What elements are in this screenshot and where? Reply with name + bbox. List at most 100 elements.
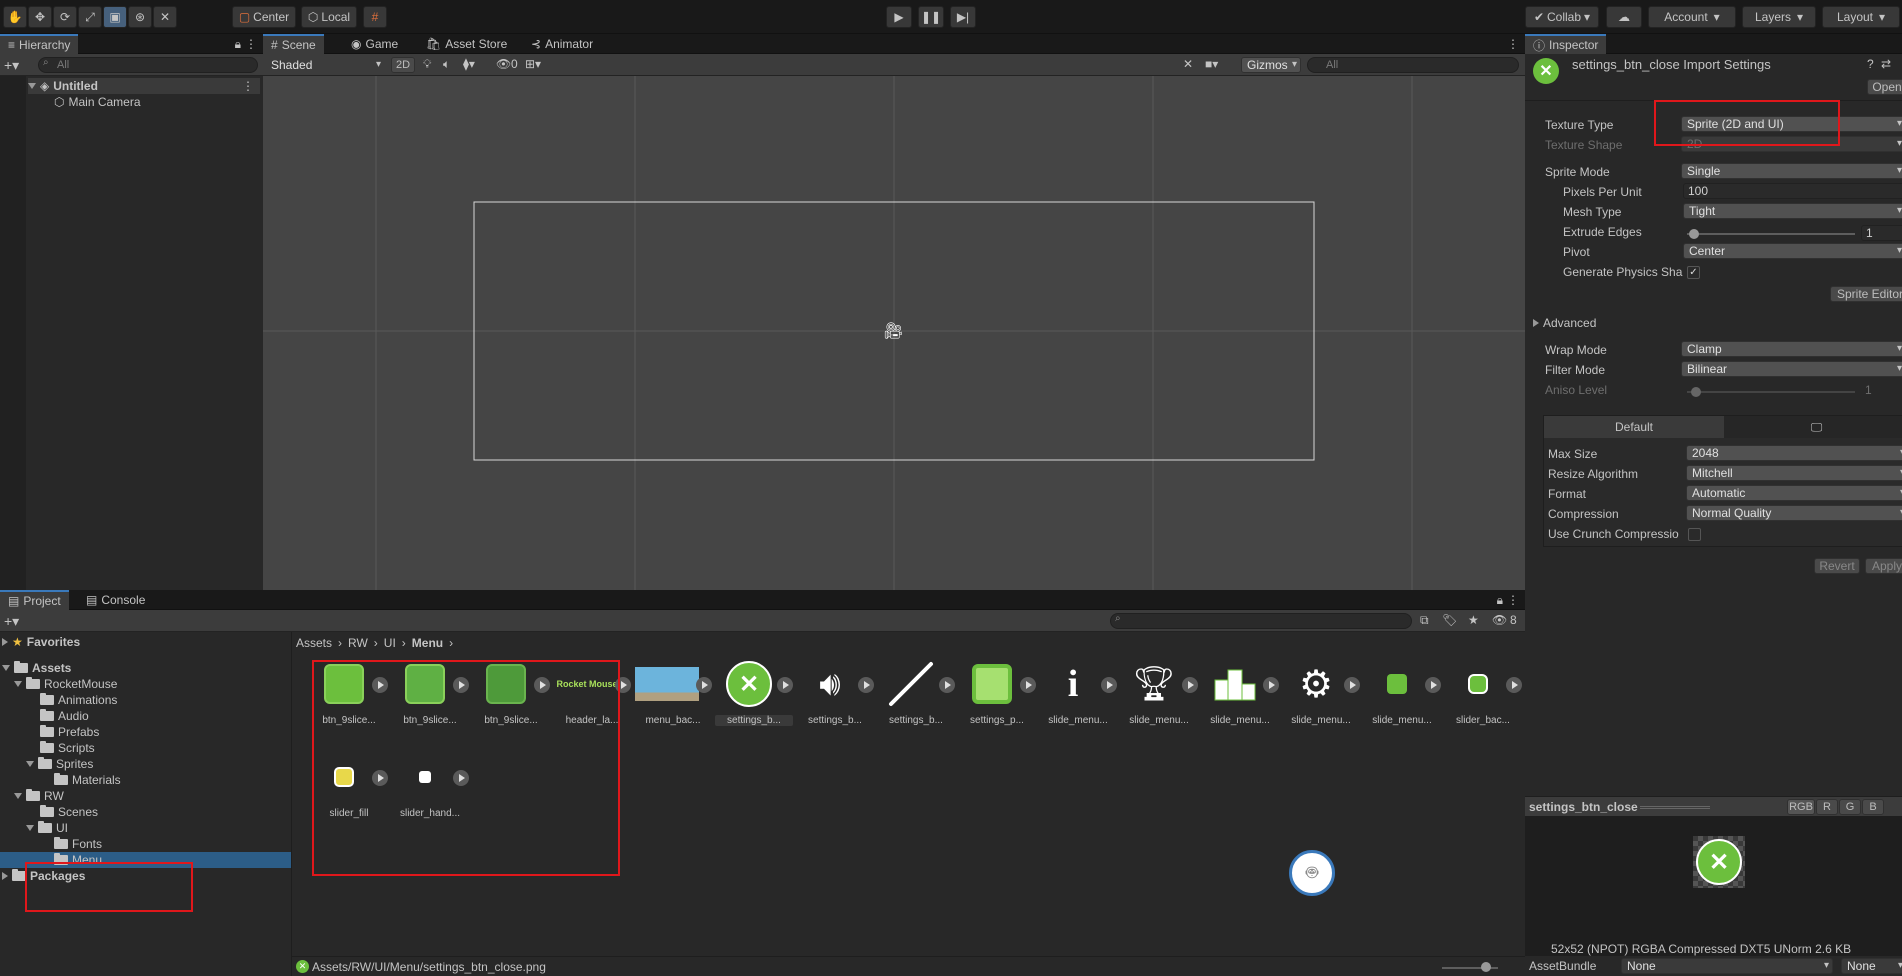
expand-arrow-icon[interactable] — [28, 83, 36, 89]
favorite-star-icon[interactable]: ★ — [1468, 613, 1479, 627]
asset-item[interactable]: menu_bac... — [634, 660, 712, 740]
rotate-tool-icon[interactable]: ⟳ — [53, 6, 77, 28]
expand-arrow-icon[interactable] — [14, 681, 22, 687]
assistant-robot-icon[interactable]: 🤖︎ — [1289, 850, 1335, 896]
asset-item[interactable]: 🔊︎ settings_b... — [796, 660, 874, 740]
hierarchy-search-input[interactable]: All — [38, 57, 258, 73]
apply-button[interactable]: Apply — [1865, 558, 1902, 574]
space-toggle[interactable]: ⬡ Local — [301, 6, 357, 28]
tab-animator[interactable]: ⊰ Animator — [523, 34, 601, 54]
folder-ui[interactable]: UI — [26, 820, 68, 836]
folder-animations[interactable]: Animations — [40, 692, 117, 708]
asset-item[interactable]: ✕ settings_b... — [715, 660, 793, 740]
transform-tool-icon[interactable]: ⊛ — [128, 6, 152, 28]
pivot-dropdown[interactable]: Center — [1683, 243, 1902, 259]
tab-hierarchy[interactable]: ≡ Hierarchy — [0, 34, 79, 54]
play-icon[interactable] — [1101, 677, 1117, 693]
generate-physics-checkbox[interactable]: ✓ — [1687, 266, 1700, 279]
hidden-packages-icon[interactable]: 👁︎ — [1492, 613, 1507, 627]
filter-by-label-icon[interactable]: 🏷︎ — [1442, 613, 1457, 627]
effects-icon[interactable]: ⧫▾ — [463, 57, 475, 71]
folder-rw[interactable]: RW — [14, 788, 64, 804]
preview-drag-handle[interactable] — [1640, 806, 1710, 809]
layout-dropdown[interactable]: Layout ▾ — [1822, 6, 1900, 28]
thumbnail-size-handle[interactable] — [1481, 962, 1491, 972]
revert-button[interactable]: Revert — [1814, 558, 1860, 574]
pivot-toggle[interactable]: ▢ Center — [232, 6, 296, 28]
play-icon[interactable] — [1506, 677, 1522, 693]
folder-materials[interactable]: Materials — [54, 772, 121, 788]
tab-default-platform[interactable]: Default — [1544, 416, 1724, 438]
camera-gizmo-icon[interactable]: 🎥︎ — [883, 321, 903, 341]
format-dropdown[interactable]: Automatic — [1686, 485, 1902, 501]
play-icon[interactable] — [858, 677, 874, 693]
scale-tool-icon[interactable]: ⤢ — [78, 6, 102, 28]
hand-tool-icon[interactable]: ✋ — [3, 6, 27, 28]
pixels-per-unit-field[interactable]: 100 — [1683, 183, 1902, 199]
gizmos-dropdown[interactable]: Gizmos — [1241, 57, 1301, 73]
sprite-mode-dropdown[interactable]: Single — [1681, 163, 1902, 179]
settings-sliders-icon[interactable]: ⇄ — [1881, 57, 1891, 71]
open-button[interactable]: Open — [1867, 79, 1902, 95]
breadcrumb-menu[interactable]: Menu — [412, 636, 443, 650]
compression-dropdown[interactable]: Normal Quality — [1686, 505, 1902, 521]
folder-fonts[interactable]: Fonts — [54, 836, 102, 852]
asset-item[interactable]: slide_menu... — [1201, 660, 1279, 740]
hidden-objects-icon[interactable]: 👁︎ — [496, 57, 511, 71]
collab-dropdown[interactable]: ✔ Collab ▾ — [1525, 6, 1599, 28]
tab-project[interactable]: ▤ Project — [0, 590, 69, 610]
favorites-row[interactable]: ★ Favorites — [2, 634, 80, 650]
breadcrumb-rw[interactable]: RW — [348, 636, 368, 650]
play-icon[interactable] — [777, 677, 793, 693]
play-icon[interactable] — [1182, 677, 1198, 693]
folder-rocketmouse[interactable]: RocketMouse — [14, 676, 117, 692]
asset-item[interactable]: i slide_menu... — [1039, 660, 1117, 740]
folder-audio[interactable]: Audio — [40, 708, 89, 724]
shading-dropdown[interactable]: Shaded — [265, 57, 385, 73]
folder-scripts[interactable]: Scripts — [40, 740, 95, 756]
expand-arrow-icon[interactable] — [26, 761, 34, 767]
assetbundle-dropdown[interactable]: None — [1621, 958, 1833, 974]
asset-item[interactable]: ⚙ slide_menu... — [1282, 660, 1360, 740]
mesh-type-dropdown[interactable]: Tight — [1683, 203, 1902, 219]
channel-rgb-button[interactable]: RGB — [1787, 799, 1815, 815]
expand-arrow-icon[interactable] — [26, 825, 34, 831]
sprite-editor-button[interactable]: Sprite Editor — [1830, 286, 1902, 302]
favorites-arrow-icon[interactable] — [2, 638, 8, 646]
custom-tool-icon[interactable]: ✕ — [153, 6, 177, 28]
tools-icon[interactable]: ✕ — [1183, 57, 1193, 71]
project-lock-icon[interactable]: 🔒︎ — [1497, 593, 1503, 608]
mode-2d-button[interactable]: 2D — [391, 57, 415, 73]
hierarchy-item-main-camera[interactable]: ⬡ Main Camera — [54, 94, 141, 110]
scene-menu-icon[interactable]: ⋮ — [242, 79, 254, 93]
grid-toggle-icon[interactable]: ⊞▾ — [525, 57, 541, 71]
expand-arrow-icon[interactable] — [2, 665, 10, 671]
advanced-foldout[interactable]: Advanced — [1533, 315, 1596, 331]
project-menu-dots-icon[interactable]: ⋮ — [1507, 593, 1519, 607]
folder-prefabs[interactable]: Prefabs — [40, 724, 99, 740]
lock-icon[interactable]: 🔒︎ — [235, 37, 241, 52]
grid-snap-icon[interactable]: # — [363, 6, 387, 28]
play-icon[interactable] — [1425, 677, 1441, 693]
filter-mode-dropdown[interactable]: Bilinear — [1681, 361, 1902, 377]
folder-sprites[interactable]: Sprites — [26, 756, 93, 772]
extrude-slider-track[interactable] — [1687, 233, 1855, 235]
asset-item[interactable]: slider_bac... — [1444, 660, 1522, 740]
cloud-button[interactable]: ☁ — [1606, 6, 1642, 28]
play-icon[interactable] — [1263, 677, 1279, 693]
asset-item[interactable]: slide_menu... — [1363, 660, 1441, 740]
folder-assets[interactable]: Assets — [2, 660, 71, 676]
expand-arrow-icon[interactable] — [2, 872, 8, 880]
account-dropdown[interactable]: Account ▾ — [1648, 6, 1736, 28]
folder-scenes[interactable]: Scenes — [40, 804, 98, 820]
camera-icon[interactable]: ■▾ — [1205, 57, 1218, 71]
wrap-mode-dropdown[interactable]: Clamp — [1681, 341, 1902, 357]
play-icon[interactable] — [1344, 677, 1360, 693]
asset-item[interactable]: 🏆︎ slide_menu... — [1120, 660, 1198, 740]
rect-tool-icon[interactable]: ▣ — [103, 6, 127, 28]
assetbundle-variant-dropdown[interactable]: None — [1841, 958, 1902, 974]
project-search-input[interactable] — [1110, 613, 1412, 629]
expand-arrow-icon[interactable] — [14, 793, 22, 799]
resize-algorithm-dropdown[interactable]: Mitchell — [1686, 465, 1902, 481]
create-plus-icon[interactable]: +▾ — [4, 57, 19, 74]
